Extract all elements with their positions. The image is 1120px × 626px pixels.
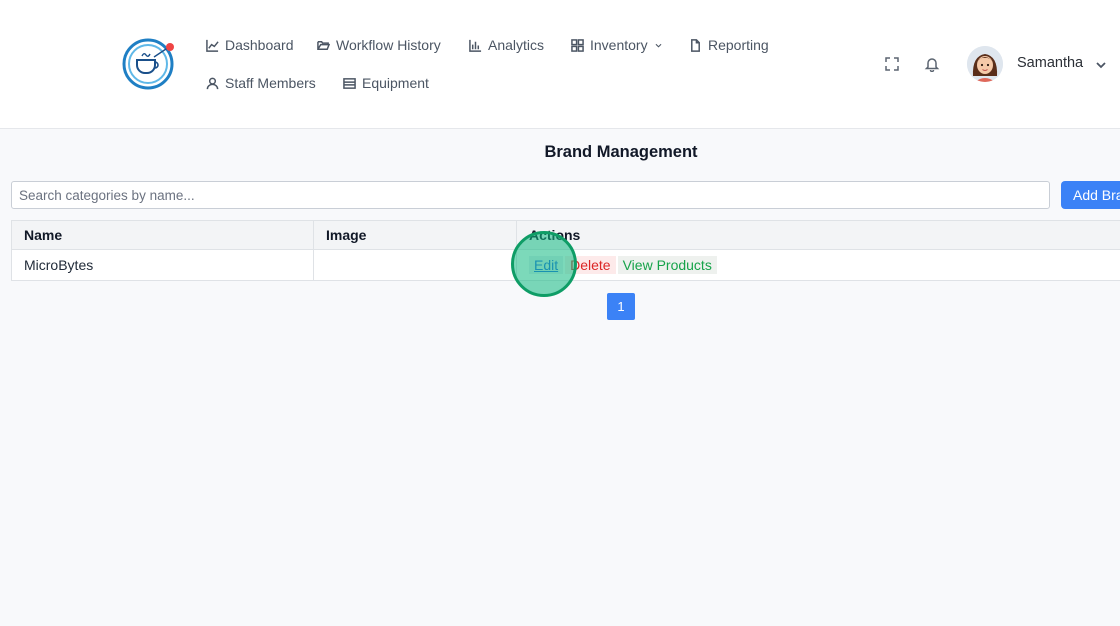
nav-label: Reporting (708, 37, 769, 53)
chevron-down-icon (655, 43, 662, 48)
nav-dashboard[interactable]: Dashboard (206, 37, 294, 53)
table-row: MicroBytes Edit Delete View Products (11, 249, 1120, 281)
chart-line-icon (206, 39, 219, 52)
user-icon (206, 77, 219, 89)
search-input[interactable] (11, 181, 1050, 209)
top-header: Dashboard Workflow History Analytics Inv… (0, 0, 1120, 129)
list-icon (343, 77, 356, 89)
app-logo[interactable] (122, 38, 176, 90)
table-header-row: Name Image Actions (11, 220, 1120, 250)
pagination-page-button[interactable]: 1 (607, 293, 635, 320)
nav-label: Dashboard (225, 37, 294, 53)
brand-table: Name Image Actions MicroBytes Edit Delete… (11, 220, 1120, 281)
bell-icon[interactable] (924, 56, 940, 73)
nav-inventory[interactable]: Inventory (571, 37, 663, 53)
nav-label: Equipment (362, 75, 429, 91)
bar-chart-icon (469, 39, 482, 52)
nav-equipment[interactable]: Equipment (343, 75, 429, 91)
page-title: Brand Management (544, 143, 698, 161)
actions-cell: Edit Delete View Products (516, 249, 1120, 281)
add-brand-button[interactable]: Add Brand (1061, 181, 1120, 209)
column-header-image: Image (313, 220, 517, 250)
avatar[interactable] (967, 46, 1003, 82)
file-icon (691, 38, 700, 52)
nav-workflow-history[interactable]: Workflow History (317, 37, 441, 53)
nav-reporting[interactable]: Reporting (689, 37, 769, 53)
fullscreen-icon[interactable] (884, 56, 900, 72)
column-header-name: Name (11, 220, 314, 250)
edit-button[interactable]: Edit (529, 256, 564, 274)
nav-label: Staff Members (225, 75, 316, 91)
delete-button[interactable]: Delete (565, 256, 616, 274)
column-header-actions: Actions (516, 220, 1120, 250)
chevron-down-icon[interactable] (1095, 58, 1107, 70)
view-products-button[interactable]: View Products (617, 256, 717, 274)
user-name[interactable]: Samantha (1017, 55, 1083, 71)
nav-staff-members[interactable]: Staff Members (206, 75, 316, 91)
nav-analytics[interactable]: Analytics (469, 37, 544, 53)
nav-label: Workflow History (336, 37, 441, 53)
nav-label: Inventory (590, 37, 648, 53)
grid-icon (571, 38, 584, 52)
folder-open-icon (317, 40, 330, 50)
brand-image-cell (313, 249, 517, 281)
brand-name-cell: MicroBytes (11, 249, 314, 281)
nav-label: Analytics (488, 37, 545, 53)
